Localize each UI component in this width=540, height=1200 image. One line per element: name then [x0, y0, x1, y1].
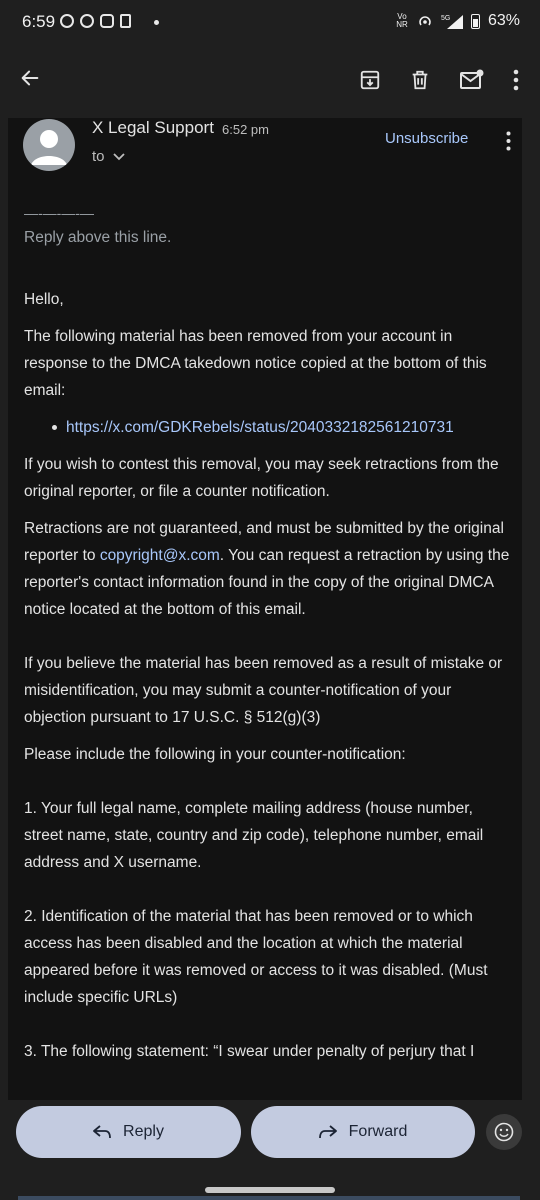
nav-strip	[18, 1196, 520, 1200]
email-body: —-—-—-— Reply above this line. Hello, Th…	[24, 202, 514, 1075]
more-vertical-icon	[513, 69, 519, 91]
unsubscribe-link[interactable]: Unsubscribe	[385, 130, 468, 147]
paragraph-contest: If you wish to contest this removal, you…	[24, 456, 499, 500]
battery-level: 63%	[487, 12, 520, 29]
chevron-down-icon	[112, 152, 125, 160]
recipients-toggle[interactable]: to	[92, 148, 125, 165]
reply-above-note: Reply above this line.	[24, 229, 172, 246]
forward-label: Forward	[348, 1123, 408, 1140]
more-notifications-dot	[154, 20, 159, 25]
emoji-reaction-button[interactable]	[486, 1114, 522, 1150]
list-item: https://x.com/GDKRebels/status/204033218…	[24, 414, 514, 441]
more-vertical-icon	[506, 131, 510, 151]
whatsapp-business-icon	[80, 14, 94, 28]
whatsapp-icon	[60, 14, 74, 28]
archive-icon	[360, 70, 380, 90]
avatar[interactable]	[23, 119, 75, 171]
instagram-icon	[100, 14, 114, 28]
removed-post-link[interactable]: https://x.com/GDKRebels/status/204033218…	[50, 414, 454, 441]
message-more-button[interactable]	[500, 128, 516, 154]
reply-separator: —-—-—-—	[24, 205, 94, 221]
person-icon	[31, 130, 67, 165]
paragraph-retractions: Retractions are not guaranteed, and must…	[24, 520, 510, 618]
paragraph-mistake: If you believe the material has been rem…	[24, 655, 503, 726]
sent-time: 6:52 pm	[222, 122, 269, 137]
svg-text:5G: 5G	[441, 15, 450, 22]
signal-icon: 5G	[441, 15, 463, 29]
reply-icon	[93, 1125, 111, 1139]
to-label: to	[92, 148, 105, 165]
gesture-nav-handle[interactable]	[205, 1187, 335, 1193]
more-options-button[interactable]	[500, 64, 532, 96]
battery-icon	[470, 13, 480, 29]
paragraph-removed: The following material has been removed …	[24, 328, 487, 399]
requirement-1: 1. Your full legal name, complete mailin…	[24, 800, 484, 871]
volte-label: Vo NR	[396, 12, 408, 29]
sender-name[interactable]: X Legal Support	[92, 118, 214, 138]
arrow-left-icon	[21, 70, 39, 86]
reply-button[interactable]: Reply	[16, 1106, 241, 1158]
status-bar: 6:59 Vo NR 5G 63%	[0, 0, 540, 46]
bottom-action-bar: Reply Forward	[0, 1100, 540, 1200]
copyright-email-link[interactable]: copyright@x.com	[100, 547, 220, 564]
top-app-bar	[0, 46, 540, 118]
delete-button[interactable]	[404, 64, 436, 96]
paragraph-include: Please include the following in your cou…	[24, 746, 406, 763]
mark-unread-button[interactable]	[456, 64, 488, 96]
mark-unread-icon	[460, 69, 484, 89]
archive-button[interactable]	[354, 64, 386, 96]
reply-label: Reply	[123, 1123, 164, 1140]
email-message: X Legal Support 6:52 pm to Unsubscribe —…	[8, 118, 522, 1100]
sim-icon	[120, 14, 131, 28]
trash-icon	[412, 70, 428, 90]
forward-icon	[318, 1125, 337, 1139]
greeting: Hello,	[24, 291, 64, 308]
notification-icons	[60, 14, 131, 28]
status-time: 6:59	[22, 12, 56, 31]
status-right: Vo NR 5G 63%	[395, 12, 520, 30]
hotspot-icon	[419, 16, 431, 26]
smiley-icon	[494, 1122, 514, 1142]
requirement-3: 3. The following statement: “I swear und…	[24, 1043, 475, 1060]
requirement-2: 2. Identification of the material that h…	[24, 908, 488, 1006]
back-button[interactable]	[12, 60, 48, 96]
forward-button[interactable]: Forward	[251, 1106, 475, 1158]
